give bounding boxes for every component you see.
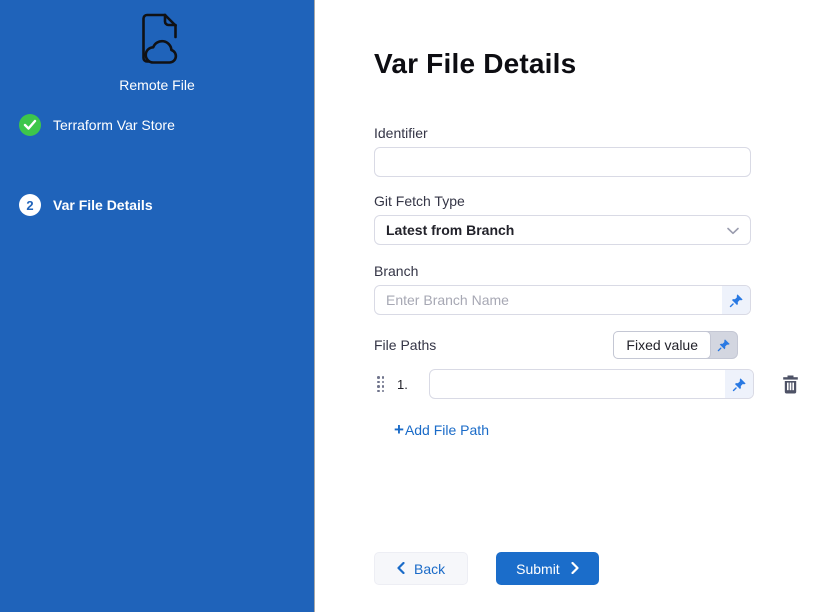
remote-file-cloud-icon bbox=[134, 12, 180, 71]
file-paths-header: File Paths Fixed value bbox=[374, 331, 751, 359]
submit-button-label: Submit bbox=[516, 561, 560, 577]
delete-file-path-trash-icon[interactable] bbox=[782, 375, 799, 394]
var-file-details-panel: Var File Details Identifier Git Fetch Ty… bbox=[315, 0, 836, 612]
identifier-label: Identifier bbox=[374, 125, 751, 141]
step-var-file-details[interactable]: 2 Var File Details bbox=[0, 194, 314, 216]
step-terraform-var-store[interactable]: Terraform Var Store bbox=[0, 114, 314, 136]
page-title: Var File Details bbox=[374, 48, 836, 80]
git-fetch-type-value: Latest from Branch bbox=[386, 222, 514, 238]
wizard-steps: Terraform Var Store 2 Var File Details bbox=[0, 114, 314, 216]
wizard-header: Remote File bbox=[0, 0, 314, 93]
branch-field: Branch bbox=[374, 263, 751, 315]
branch-input[interactable] bbox=[374, 285, 751, 315]
file-paths-label: File Paths bbox=[374, 337, 436, 353]
add-file-path-label: Add File Path bbox=[405, 422, 489, 438]
identifier-input[interactable] bbox=[374, 147, 751, 177]
wizard-sidebar: Remote File Terraform Var Store 2 Var Fi… bbox=[0, 0, 315, 612]
drag-handle-icon[interactable] bbox=[377, 376, 384, 392]
branch-runtime-pin-icon[interactable] bbox=[722, 286, 750, 314]
step-label: Terraform Var Store bbox=[53, 117, 175, 133]
step-label: Var File Details bbox=[53, 197, 153, 213]
submit-button[interactable]: Submit bbox=[496, 552, 599, 585]
identifier-field: Identifier bbox=[374, 125, 751, 177]
git-fetch-type-field: Git Fetch Type Latest from Branch bbox=[374, 193, 751, 245]
chevron-left-icon bbox=[397, 561, 405, 577]
chevron-right-icon bbox=[571, 561, 579, 577]
remote-file-wizard: Remote File Terraform Var Store 2 Var Fi… bbox=[0, 0, 836, 612]
file-path-row: 1. bbox=[374, 369, 836, 399]
step-completed-check-icon bbox=[19, 114, 41, 136]
add-file-path-button[interactable]: + Add File Path bbox=[394, 422, 489, 438]
back-button[interactable]: Back bbox=[374, 552, 468, 585]
chevron-down-icon bbox=[727, 222, 739, 238]
input-type-pin-icon bbox=[710, 332, 737, 358]
file-path-input[interactable] bbox=[429, 369, 754, 399]
wizard-title: Remote File bbox=[0, 77, 314, 93]
git-fetch-type-label: Git Fetch Type bbox=[374, 193, 751, 209]
input-type-selector-button[interactable]: Fixed value bbox=[613, 331, 738, 359]
plus-icon: + bbox=[394, 423, 404, 437]
back-button-label: Back bbox=[414, 561, 445, 577]
step-number-badge: 2 bbox=[19, 194, 41, 216]
input-type-value: Fixed value bbox=[613, 331, 711, 359]
file-path-runtime-pin-icon[interactable] bbox=[725, 370, 753, 398]
git-fetch-type-select[interactable]: Latest from Branch bbox=[374, 215, 751, 245]
branch-label: Branch bbox=[374, 263, 751, 279]
file-path-row-index: 1. bbox=[397, 377, 409, 392]
wizard-footer: Back Submit bbox=[374, 552, 599, 585]
